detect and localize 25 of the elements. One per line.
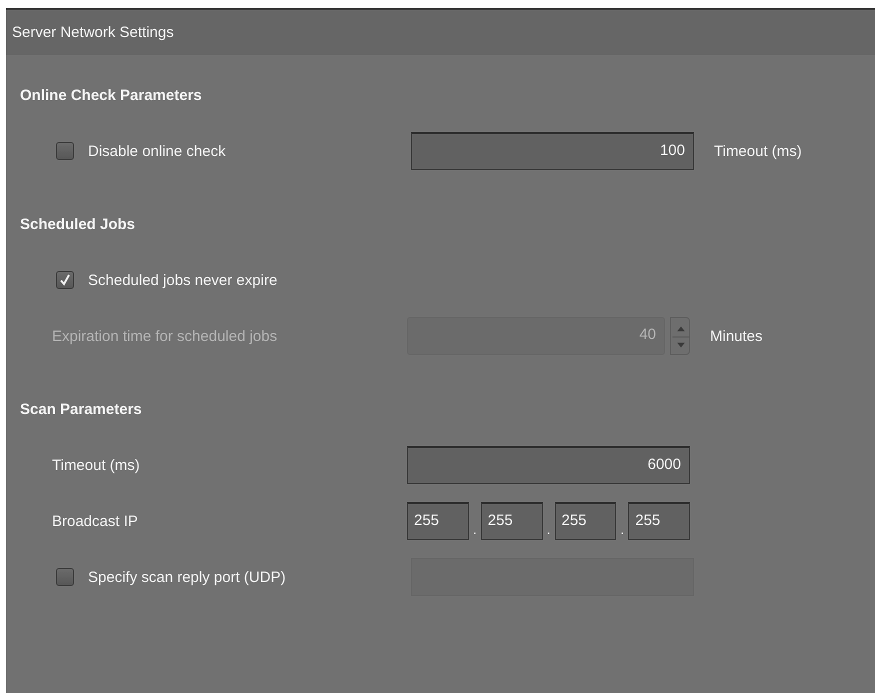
checkbox-label[interactable]: Scheduled jobs never expire (88, 272, 278, 288)
ip-separator: . (472, 521, 478, 539)
ip-octet-field[interactable]: 255 (480, 502, 543, 540)
ip-separator: . (619, 521, 626, 539)
section-heading: Scan Parameters (20, 401, 143, 418)
ip-octet-field[interactable]: 255 (407, 502, 469, 540)
section-heading: Online Check Parameters (20, 87, 203, 104)
checkbox[interactable] (56, 271, 74, 289)
field-label: Expiration time for scheduled jobs (52, 328, 278, 344)
ip-octet-field[interactable]: 255 (554, 502, 616, 540)
field-label: Broadcast IP (52, 512, 138, 530)
input-field[interactable]: 100 (411, 132, 694, 170)
ip-octet-field[interactable]: 255 (628, 502, 690, 540)
checkbox-label[interactable]: Disable online check (88, 142, 226, 160)
checkbox[interactable] (56, 142, 74, 160)
field-label: Timeout (ms) (52, 456, 140, 474)
unit-label: Minutes (710, 328, 763, 344)
spinner-buttons[interactable] (670, 317, 690, 355)
ip-separator: . (546, 521, 552, 539)
input-field[interactable]: 6000 (407, 446, 690, 484)
checkbox[interactable] (56, 568, 74, 586)
checkbox-label[interactable]: Specify scan reply port (UDP) (88, 568, 286, 586)
panel-title: Server Network Settings (12, 24, 174, 41)
section-heading: Scheduled Jobs (20, 216, 136, 233)
unit-label: Timeout (ms) (714, 142, 802, 160)
